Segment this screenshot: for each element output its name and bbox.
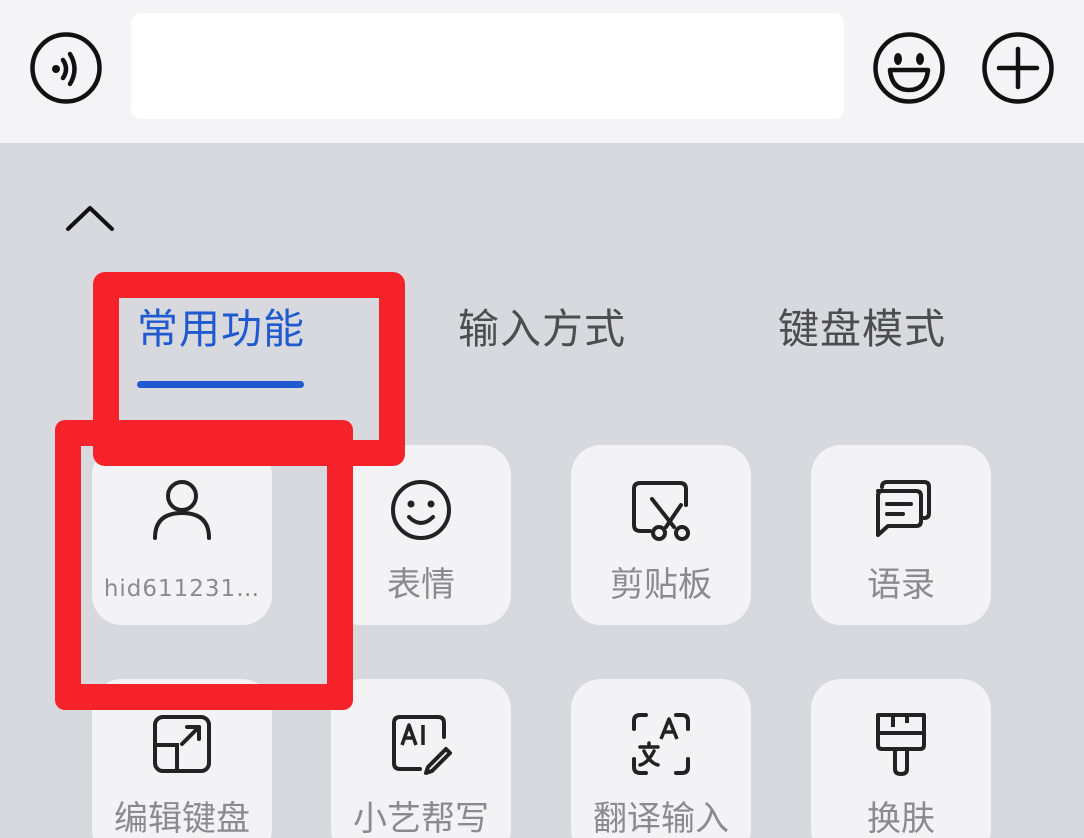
emoji-button[interactable] — [872, 31, 946, 105]
translate-icon — [632, 713, 690, 775]
input-bar — [0, 0, 1084, 143]
emoji-tile[interactable]: 表情 — [331, 445, 511, 625]
theme-label: 换肤 — [867, 799, 935, 838]
edit-keyboard-label: 编辑键盘 — [114, 799, 250, 838]
plus-icon — [982, 32, 1054, 104]
tab-common-functions[interactable]: 常用功能 — [137, 303, 305, 355]
phrases-label: 语录 — [867, 565, 935, 605]
phrases-tile[interactable]: 语录 — [811, 445, 991, 625]
highlight-box-tab — [93, 272, 405, 466]
account-tile[interactable]: hid611231… — [92, 445, 272, 625]
edit-keyboard-tile[interactable]: 编辑键盘 — [92, 679, 272, 838]
function-panel: 常用功能 输入方式 键盘模式 hid611231… 表情 剪贴板 语录 编辑键盘… — [0, 143, 1084, 838]
message-input[interactable] — [131, 13, 844, 119]
clipboard-label: 剪贴板 — [610, 565, 712, 605]
translate-tile[interactable]: 翻译输入 — [571, 679, 751, 838]
clipboard-tile[interactable]: 剪贴板 — [571, 445, 751, 625]
add-button[interactable] — [981, 31, 1055, 105]
chat-bubbles-icon — [876, 480, 931, 537]
tab-input-methods[interactable]: 输入方式 — [458, 303, 626, 355]
paint-brush-icon — [876, 713, 926, 777]
chevron-up-icon — [66, 206, 114, 231]
person-icon — [153, 480, 211, 540]
collapse-panel-button[interactable] — [60, 200, 120, 236]
ai-write-label: 小艺帮写 — [353, 799, 489, 838]
clipboard-scissors-icon — [632, 481, 690, 541]
tab-keyboard-mode[interactable]: 键盘模式 — [778, 303, 946, 355]
smiley-icon — [391, 480, 451, 540]
ai-write-icon — [392, 715, 452, 775]
active-tab-indicator — [137, 381, 304, 388]
edit-keyboard-icon — [153, 715, 211, 773]
translate-label: 翻译输入 — [593, 799, 729, 838]
ai-write-tile[interactable]: 小艺帮写 — [331, 679, 511, 838]
emoji-icon — [873, 32, 945, 104]
theme-tile[interactable]: 换肤 — [811, 679, 991, 838]
account-label: hid611231… — [103, 576, 261, 602]
voice-input-icon — [30, 32, 102, 104]
emoji-label: 表情 — [387, 565, 455, 605]
voice-input-button[interactable] — [29, 31, 103, 105]
